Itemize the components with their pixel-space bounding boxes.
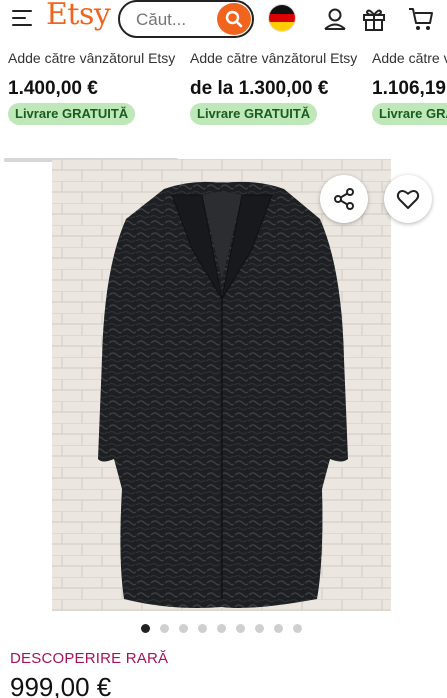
carousel-dot[interactable] [217,624,226,633]
share-icon [334,188,354,210]
product-price: 999,00 € [10,672,112,698]
recommendation-price: 1.400,00 € [8,78,98,99]
search-button[interactable] [217,3,251,35]
cart-icon[interactable] [408,6,434,32]
gift-icon[interactable] [361,6,387,32]
share-button[interactable] [320,175,368,223]
carousel-dot[interactable] [179,624,188,633]
favorite-button[interactable] [384,175,432,223]
free-shipping-badge: Livrare GRATUITĂ [190,103,318,125]
recommendation-title: Adde către vânzătorul Etsy [8,50,176,66]
etsy-logo[interactable]: Etsy [46,0,111,32]
product-image[interactable] [52,159,391,611]
recommendation-card[interactable]: Adde către vânzătorul Etsy 1.400,00 € Li… [8,46,188,126]
menu-icon[interactable] [12,10,32,26]
free-shipping-badge: Livrare GRATUITĂ [8,103,136,125]
heart-icon [396,190,420,209]
recommendation-card[interactable]: Adde către vânzătorul Etsy de la 1.300,0… [190,46,370,126]
search-bar[interactable] [118,0,254,38]
carousel-dot[interactable] [274,624,283,633]
recommendation-card[interactable]: Adde către vânzătorul Etsy 1.106,19 Livr… [372,46,447,126]
top-bar: Etsy [0,0,447,40]
user-icon[interactable] [322,6,348,32]
recommendation-price: de la 1.300,00 € [190,78,329,99]
recommendation-title: Adde către vânzătorul Etsy [372,50,447,66]
search-icon [225,10,243,28]
search-input[interactable] [136,10,216,30]
coat-photo [52,159,391,611]
carousel-dot[interactable] [198,624,207,633]
recommendation-price: 1.106,19 [372,78,446,99]
flag-icon[interactable] [268,4,296,32]
free-shipping-badge: Livrare GRATUITĂ [372,103,447,125]
carousel-dot[interactable] [160,624,169,633]
recommendation-title: Adde către vânzătorul Etsy [190,50,358,66]
recommendation-row: Adde către vânzătorul Etsy 1.400,00 € Li… [0,46,447,126]
carousel-dot[interactable] [236,624,245,633]
carousel-dot[interactable] [255,624,264,633]
carousel-dot[interactable] [293,624,302,633]
carousel-dot[interactable] [141,624,150,633]
rare-find-label: DESCOPERIRE RARĂ [10,650,169,667]
